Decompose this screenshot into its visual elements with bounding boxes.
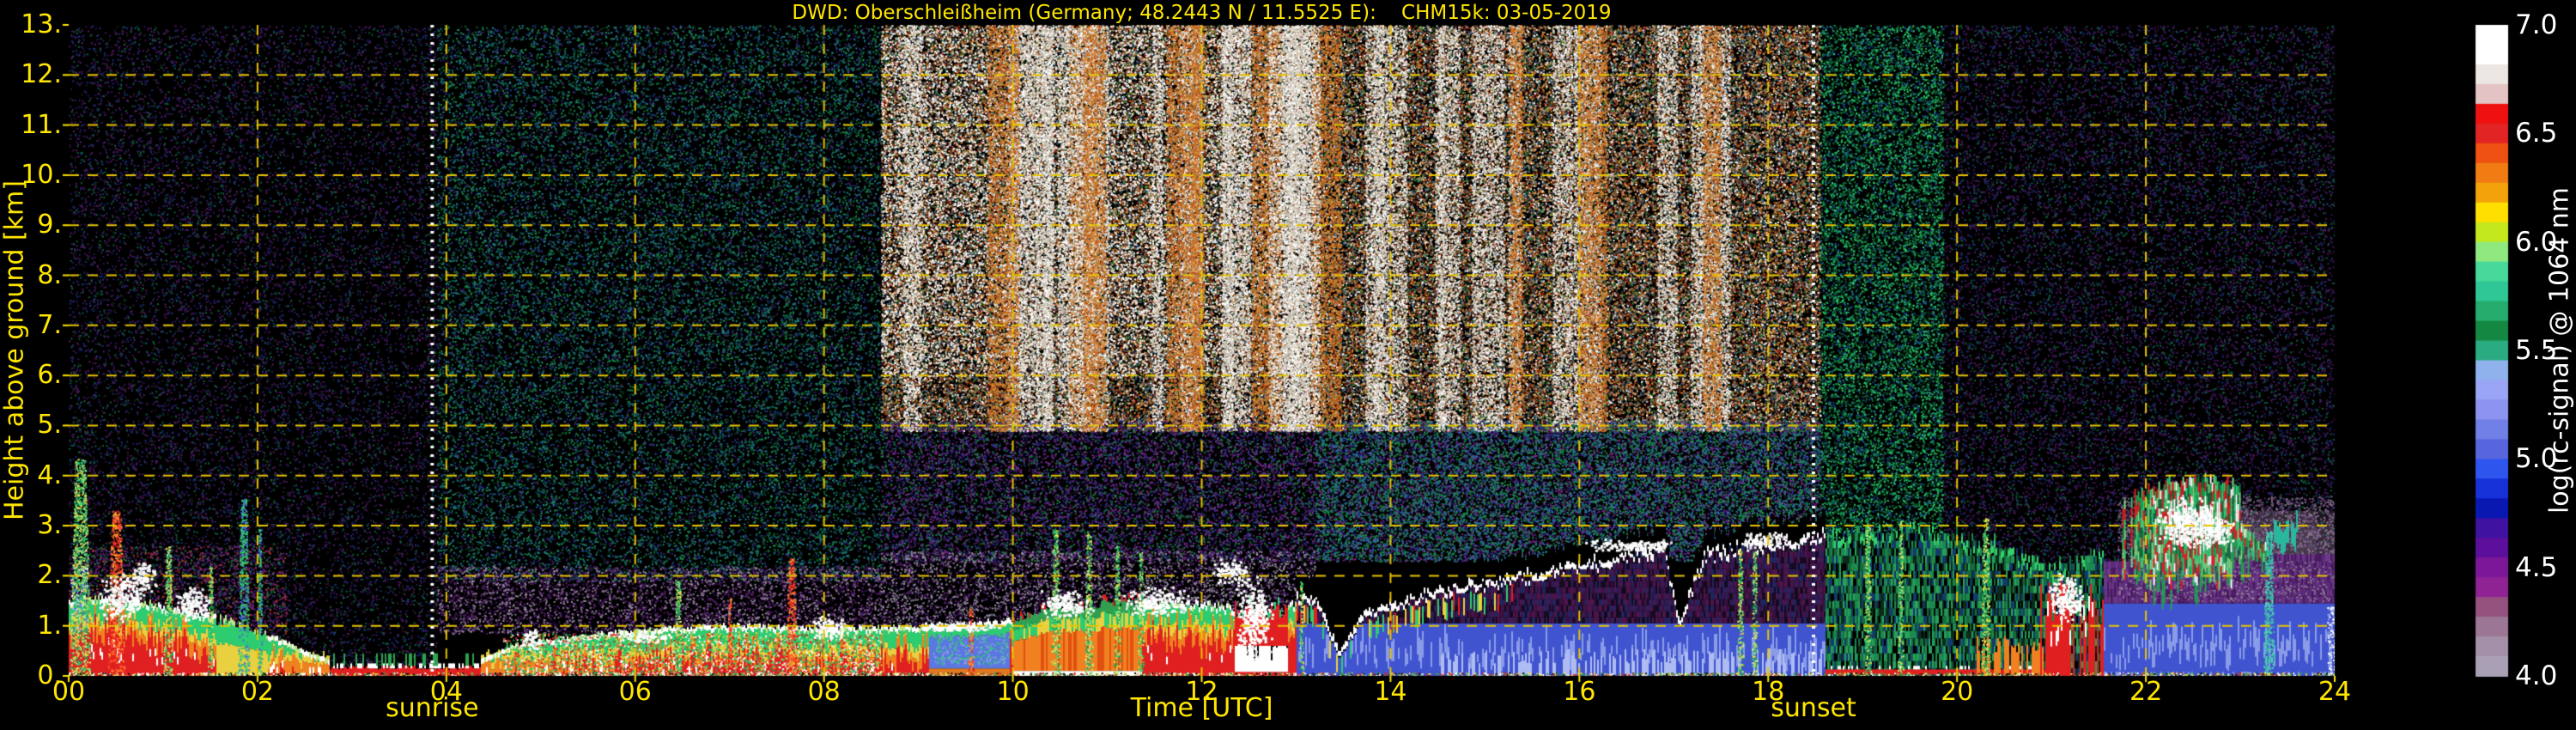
y-tick-label: 5. — [0, 412, 62, 438]
y-tick-label: 11. — [0, 113, 62, 138]
x-tick-label: 16 — [1545, 679, 1613, 705]
y-tick-label: 7. — [0, 313, 62, 338]
colorbar-tick-label: 4.0 — [2515, 663, 2576, 690]
x-tick-label: 08 — [790, 679, 859, 705]
y-tick-label: 8. — [0, 263, 62, 289]
chart-title: DWD: Oberschleißheim (Germany; 48.2443 N… — [69, 2, 2335, 24]
colorbar-tick-label: 7.0 — [2515, 12, 2576, 39]
y-tick-label: 13. — [0, 12, 62, 38]
x-tick-label: 22 — [2111, 679, 2180, 705]
x-tick-label: 18 — [1734, 679, 1802, 705]
x-tick-label: 12 — [1168, 679, 1236, 705]
colorbar-tick-label: 4.5 — [2515, 555, 2576, 581]
y-tick-label: 12. — [0, 62, 62, 88]
colorbar-tick-label: 5.5 — [2515, 338, 2576, 364]
y-tick-label: 1. — [0, 613, 62, 639]
colorbar-tick-label: 5.0 — [2515, 446, 2576, 472]
x-tick-label: 24 — [2300, 679, 2369, 705]
colorbar-tick-label: 6.5 — [2515, 120, 2576, 147]
ceilometer-quicklook-figure: DWD: Oberschleißheim (Germany; 48.2443 N… — [0, 0, 2576, 730]
backscatter-heatmap-canvas — [0, 0, 2576, 730]
colorbar-tick-label: 6.0 — [2515, 229, 2576, 256]
sunset-annotation: sunset — [1685, 693, 1942, 723]
y-tick-label: 4. — [0, 463, 62, 489]
x-tick-label: 06 — [601, 679, 670, 705]
x-tick-label: 10 — [979, 679, 1048, 705]
y-tick-label: 3. — [0, 513, 62, 538]
y-tick-label: 9. — [0, 212, 62, 238]
y-tick-label: 2. — [0, 563, 62, 588]
x-tick-label: 02 — [223, 679, 292, 705]
y-tick-label: 10. — [0, 162, 62, 188]
y-tick-label: 6. — [0, 362, 62, 388]
x-tick-label: 14 — [1356, 679, 1425, 705]
x-tick-label: 04 — [412, 679, 481, 705]
y-tick-label: 0. — [0, 663, 62, 689]
x-tick-label: 20 — [1923, 679, 1991, 705]
